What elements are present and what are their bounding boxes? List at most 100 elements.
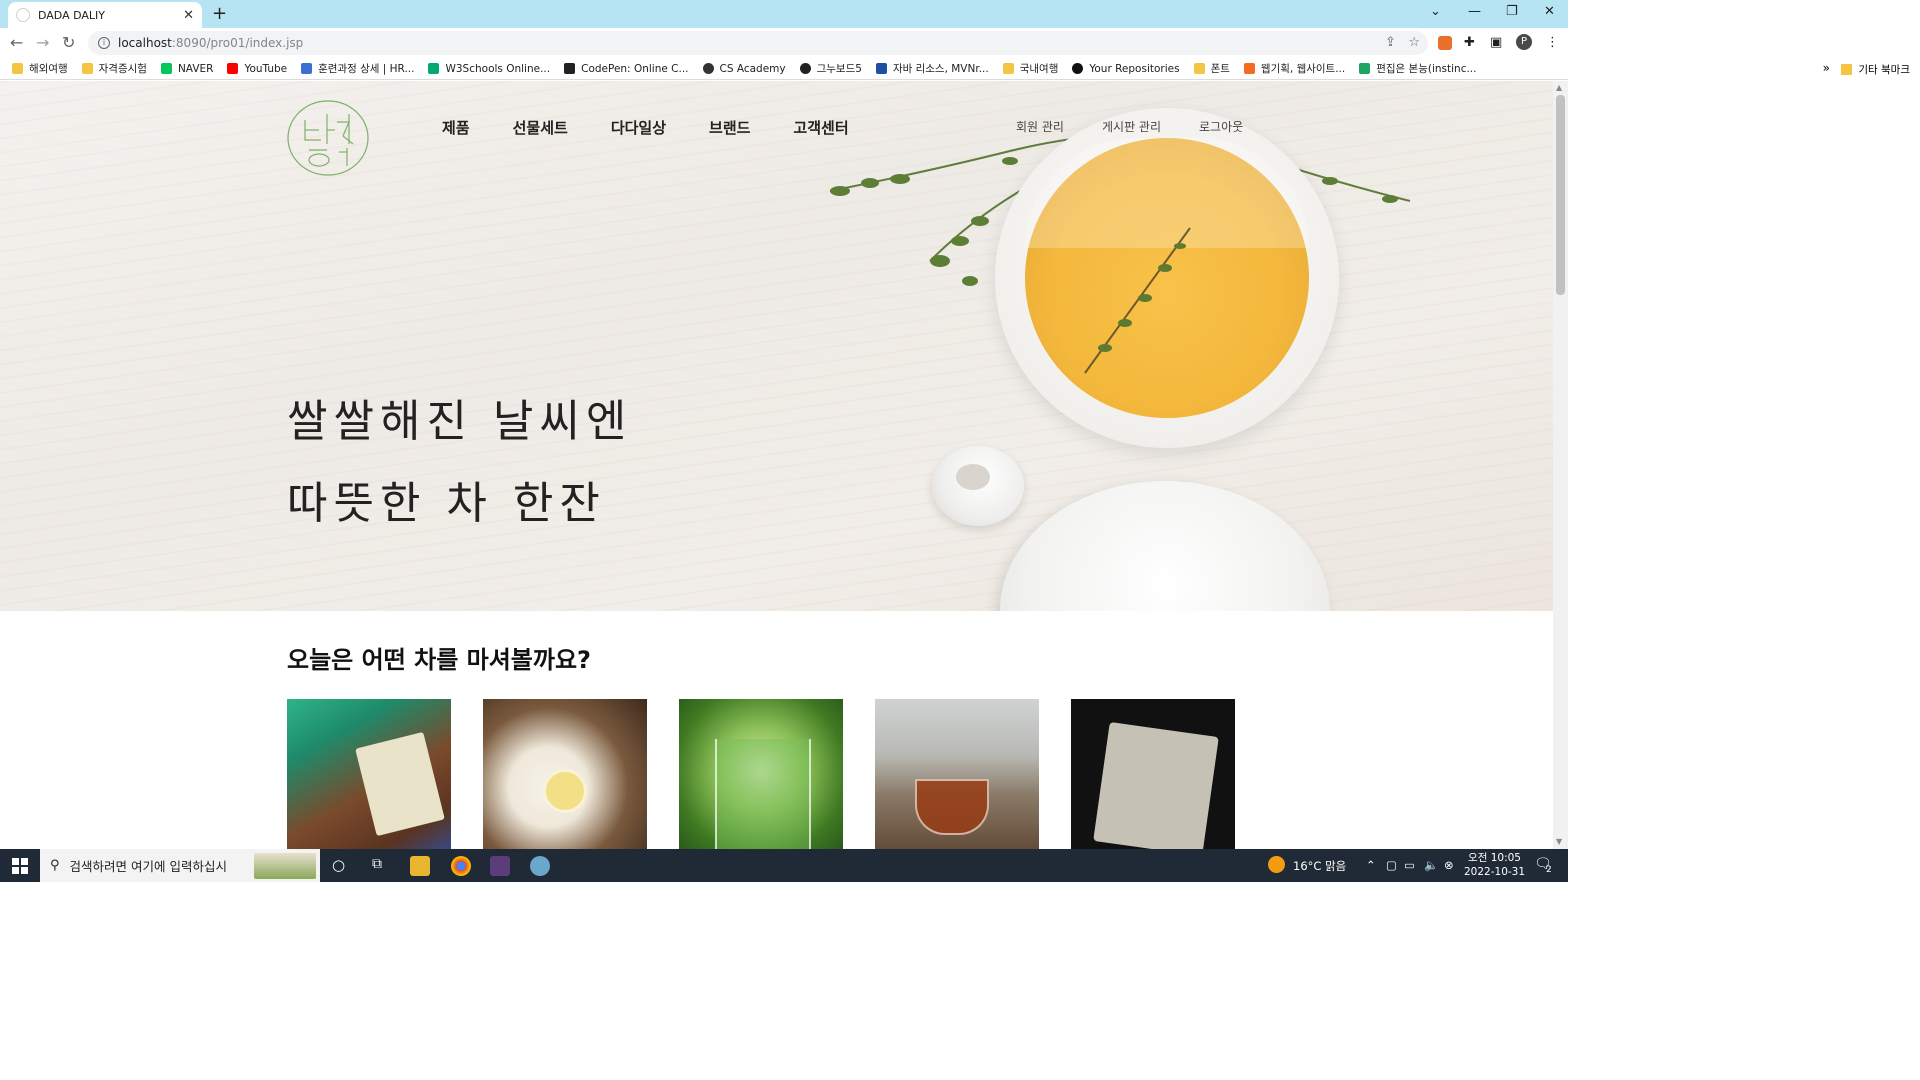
utility-link[interactable]: 회원 관리 (1016, 118, 1064, 135)
bookmark-item[interactable]: Your Repositories (1072, 62, 1180, 75)
bookmark-label: 폰트 (1210, 63, 1230, 75)
bookmark-item[interactable]: 해외여행 (12, 61, 68, 76)
tea-card-pyramid-bag[interactable] (1071, 699, 1235, 849)
bookmark-label: W3Schools Online... (445, 62, 551, 75)
network-icon[interactable]: ▭ (1404, 858, 1415, 872)
folder-icon (1841, 64, 1853, 75)
file-explorer-icon[interactable] (410, 856, 430, 876)
bookmark-label: 국내여행 (1019, 63, 1059, 75)
lemon-slice-image (543, 769, 587, 813)
codepen-icon (564, 63, 576, 74)
bookmark-item[interactable]: 웹기획, 웹사이트... (1243, 61, 1345, 76)
tab-close-icon[interactable]: ✕ (183, 8, 194, 23)
glass-image (715, 739, 811, 849)
nav-item[interactable]: 브랜드 (709, 117, 750, 138)
app-icon[interactable] (530, 856, 550, 876)
other-bookmarks[interactable]: 기타 북마크 (1841, 62, 1910, 77)
url-host: localhost (118, 36, 172, 50)
pyramid-teabag-image (1093, 721, 1219, 849)
volume-muted-icon[interactable]: 🔈 (1424, 858, 1438, 872)
side-panel-icon[interactable]: ▣ (1490, 35, 1502, 50)
tab-search-icon[interactable]: ⌄ (1430, 4, 1441, 19)
search-highlight-image (254, 853, 316, 879)
task-view-icon[interactable]: ⧉ (372, 856, 382, 872)
bookmark-item[interactable]: 국내여행 (1002, 61, 1059, 76)
web-page: 제품 선물세트 다다일상 브랜드 고객센터 회원 관리 게시판 관리 로그아웃 쌀쌀해진 날… (0, 81, 1553, 849)
mvn-icon (875, 63, 887, 74)
bookmark-label: Your Repositories (1089, 62, 1180, 75)
tea-card-teabag-box[interactable] (287, 699, 451, 849)
page-scrollbar[interactable]: ▲ ▼ (1553, 81, 1568, 849)
utility-link[interactable]: 로그아웃 (1199, 118, 1243, 135)
hero-banner: 제품 선물세트 다다일상 브랜드 고객센터 회원 관리 게시판 관리 로그아웃 쌀쌀해진 날… (0, 81, 1553, 611)
bookmark-item[interactable]: CodePen: Online C... (564, 62, 689, 75)
tea-card-green-tea[interactable] (679, 699, 843, 849)
hero-headline: 쌀쌀해진 날씨엔 따뜻한 차 한잔 (287, 381, 632, 545)
scroll-thumb[interactable] (1556, 95, 1565, 295)
bookmark-item[interactable]: YouTube (227, 63, 287, 75)
back-arrow-icon[interactable]: ← (10, 33, 23, 52)
windows-start-icon[interactable] (12, 858, 28, 874)
site-info-icon[interactable]: i (98, 37, 110, 49)
cortana-icon[interactable]: ○ (332, 856, 345, 874)
bookmark-item[interactable]: 자격증시험 (81, 61, 147, 76)
profile-avatar[interactable]: P (1516, 34, 1532, 50)
nav-item[interactable]: 고객센터 (793, 117, 848, 138)
tray-overflow-icon[interactable]: ⌃ (1366, 858, 1376, 872)
address-bar[interactable]: i localhost:8090/pro01/index.jsp ⇪ ☆ (88, 31, 1428, 55)
nav-item[interactable]: 제품 (442, 117, 470, 138)
bookmark-label: 자바 리소스, MVNr... (892, 63, 989, 75)
input-method-icon[interactable]: ⊗ (1444, 858, 1454, 872)
bookmark-item[interactable]: 폰트 (1193, 61, 1230, 76)
bookmark-label: CodePen: Online C... (581, 62, 689, 75)
tea-card-lemon-tea[interactable] (483, 699, 647, 849)
chrome-icon[interactable] (451, 856, 471, 876)
nav-item[interactable]: 다다일상 (611, 117, 666, 138)
tab-title: DADA DALIY (38, 8, 105, 22)
search-icon: ⚲ (50, 858, 60, 873)
bookmark-item[interactable]: NAVER (160, 63, 213, 75)
restore-button[interactable]: ❐ (1506, 4, 1518, 19)
bookmark-item[interactable]: 그누보드5 (799, 61, 862, 76)
bookmark-item[interactable]: 편집은 본능(instinc... (1359, 61, 1477, 76)
bookmarks-bar: 해외여행 자격증시험 NAVER YouTube 훈련과정 상세 | HR... W3Sc… (0, 58, 1568, 80)
tea-cup-image (995, 108, 1339, 448)
new-tab-button[interactable]: + (212, 3, 227, 24)
scroll-up-icon[interactable]: ▲ (1556, 83, 1562, 92)
tea-card-black-tea[interactable] (875, 699, 1039, 849)
share-icon[interactable]: ⇪ ☆ (1385, 35, 1420, 50)
bookmark-item[interactable]: CS Academy (702, 63, 786, 75)
teabag-image (355, 731, 445, 837)
close-window-button[interactable]: ✕ (1544, 4, 1555, 19)
site-logo-icon[interactable] (287, 100, 369, 176)
csacademy-icon (702, 63, 714, 74)
bookmark-item[interactable]: W3Schools Online... (428, 63, 550, 75)
clock-time: 오전 10:05 (1468, 852, 1521, 864)
bookmark-item[interactable]: 자바 리소스, MVNr... (875, 61, 989, 76)
browser-tab[interactable]: DADA DALIY ✕ (8, 2, 202, 28)
puzzle-extensions-icon[interactable]: ✚ (1464, 35, 1475, 50)
scroll-down-icon[interactable]: ▼ (1556, 837, 1562, 846)
main-navigation: 제품 선물세트 다다일상 브랜드 고객센터 (442, 117, 892, 138)
github-icon (1072, 63, 1084, 74)
browser-tab-bar: DADA DALIY ✕ + ⌄ — ❐ ✕ (0, 0, 1568, 28)
extension-icon[interactable] (1438, 36, 1452, 50)
eclipse-app-icon[interactable] (490, 856, 510, 876)
clock-date: 2022-10-31 (1464, 866, 1526, 878)
nav-item[interactable]: 선물세트 (513, 117, 568, 138)
utility-link[interactable]: 게시판 관리 (1102, 118, 1161, 135)
bookmark-label: 그누보드5 (816, 63, 862, 75)
bookmarks-overflow-icon[interactable]: » (1823, 61, 1830, 75)
weather-sun-icon (1268, 856, 1285, 873)
bookmark-item[interactable]: 훈련과정 상세 | HR... (301, 61, 414, 76)
tray-app-icon[interactable]: ▢ (1386, 858, 1397, 872)
system-clock[interactable]: 오전 10:05 2022-10-31 (1464, 851, 1525, 879)
tea-card-list (287, 699, 1267, 849)
tea-liquid (1025, 138, 1309, 418)
minimize-button[interactable]: — (1468, 4, 1481, 19)
weather-text[interactable]: 16°C 맑음 (1293, 858, 1346, 874)
taskbar-search-box[interactable]: ⚲ 검색하려면 여기에 입력하십시 (40, 849, 320, 882)
forward-arrow-icon[interactable]: → (36, 33, 49, 52)
reload-icon[interactable]: ↻ (62, 33, 75, 52)
menu-kebab-icon[interactable]: ⋮ (1546, 35, 1559, 50)
